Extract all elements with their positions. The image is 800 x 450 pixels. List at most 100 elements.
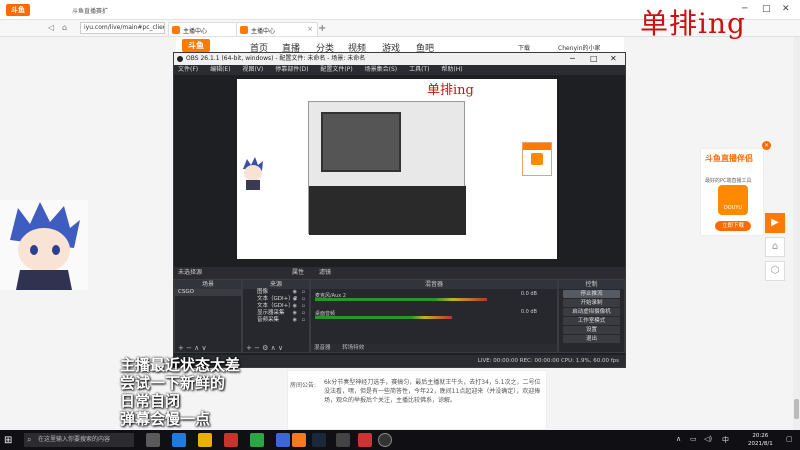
sources-header: 来源 <box>243 280 309 289</box>
home-icon[interactable]: ⌂ <box>62 23 67 32</box>
obs-menubar: 文件(F) 编辑(E) 视图(V) 停靠部件(D) 配置文件(P) 场景集合(S… <box>174 65 625 75</box>
filters-button[interactable]: 滤镜 <box>319 267 331 279</box>
controls-dock: 控制 停止推流 开始录制 启动虚拟摄像机 工作室模式 设置 退出 <box>558 279 625 353</box>
url-input[interactable]: iyu.com/live/main#pc_client <box>80 22 165 34</box>
page-scrollbar[interactable] <box>793 37 800 430</box>
file-explorer-icon[interactable] <box>198 433 212 447</box>
overlay-line: 日常自闭 <box>120 392 181 410</box>
maximize-button[interactable]: □ <box>762 4 771 14</box>
start-menu-icon[interactable]: ⊞ <box>4 435 12 446</box>
properties-button[interactable]: 属性 <box>292 267 304 279</box>
sources-footer-controls[interactable]: + − ⚙ ∧ ∨ <box>243 344 309 352</box>
promo-close-icon[interactable]: × <box>762 141 771 150</box>
new-tab-button[interactable]: + <box>318 23 326 34</box>
source-item[interactable]: 文本（GDI+）2 ◉ ▫ <box>243 296 309 303</box>
wechat-icon[interactable] <box>250 433 264 447</box>
download-link[interactable]: 下载 <box>518 43 530 52</box>
steam-icon[interactable] <box>312 433 326 447</box>
overlay-line: 尝试一下新鲜的 <box>120 374 226 392</box>
brand-overlay-text: 单排ing <box>640 7 746 40</box>
windows-taskbar: ⊞ ⌕ 在这里输入你要搜索的内容 ∧ ▭ ◁) 中 20:26 2021/8/1… <box>0 430 800 450</box>
overlay-line: 主播最近状态太差 <box>120 356 241 374</box>
tab-anchor-center-2[interactable]: 主播中心 × <box>236 22 318 36</box>
tab-label: 主播中心 <box>183 28 208 35</box>
play-icon[interactable]: ▶ <box>765 213 785 233</box>
start-recording-button[interactable]: 开始录制 <box>563 299 620 307</box>
channel-db: 0.0 dB <box>520 309 537 315</box>
tab-label: 主播中心 <box>251 28 276 35</box>
source-toolbar: 未选择源 属性 滤镜 <box>174 267 625 279</box>
red-app-icon[interactable] <box>224 433 238 447</box>
edge-browser-icon[interactable] <box>172 433 186 447</box>
obs-docks: 场景 CSGO + − ∧ ∨ 来源 图像 ◉ ▫ 文本（GDI+）2 ◉ ▫ 文本（G… <box>174 279 625 353</box>
douyu-companion-icon[interactable] <box>292 433 306 447</box>
tab-mixer[interactable]: 混音器 <box>314 345 331 351</box>
volume-icon[interactable]: ◁) <box>704 435 712 443</box>
task-view-icon[interactable] <box>146 433 160 447</box>
preview-brand-text: 单排ing <box>427 83 474 98</box>
visibility-eye-icon: ◉ <box>292 317 297 323</box>
level-meter <box>315 298 488 301</box>
obs-maximize-button[interactable]: □ <box>590 53 598 65</box>
ime-icon[interactable]: 中 <box>722 435 729 445</box>
mixer-channel: 麦克风/Aux 2 0.0 dB <box>311 289 557 307</box>
obs-preview-canvas[interactable]: 单排ing <box>237 79 557 259</box>
source-item[interactable]: 显示器采集 ◉ ▫ <box>243 310 309 317</box>
exit-button[interactable]: 退出 <box>563 335 620 343</box>
menu-file[interactable]: 文件(F) <box>178 66 198 73</box>
preview-anime-avatar <box>243 157 263 190</box>
source-item[interactable]: 音频采集 ◉ ▫ <box>243 317 309 324</box>
lock-icon: ▫ <box>301 310 305 316</box>
obs-status-bar: LIVE: 00:00:00 REC: 00:00:00 CPU: 1.9%, … <box>174 355 625 367</box>
scene-item-csgo[interactable]: CSGO <box>175 289 241 296</box>
stop-streaming-button[interactable]: 停止推流 <box>563 290 620 298</box>
no-source-selected-label: 未选择源 <box>178 269 203 276</box>
menu-scene-collection[interactable]: 场景集合(S) <box>365 66 398 73</box>
notification-icon[interactable]: ▢ <box>786 435 793 443</box>
tray-chevron-icon[interactable]: ∧ <box>676 435 681 443</box>
menu-tools[interactable]: 工具(T) <box>409 66 429 73</box>
search-icon: ⌕ <box>27 435 32 444</box>
menu-help[interactable]: 帮助(H) <box>441 66 462 73</box>
taskbar-clock[interactable]: 20:26 2021/8/1 <box>748 432 773 448</box>
download-now-button[interactable]: 立即下载 <box>715 221 751 231</box>
menu-view[interactable]: 视图(V) <box>242 66 263 73</box>
network-icon[interactable]: ▭ <box>690 435 697 443</box>
media-app-icon[interactable] <box>336 433 350 447</box>
studio-mode-button[interactable]: 工作室模式 <box>563 317 620 325</box>
obs-minimize-button[interactable]: ─ <box>570 53 575 65</box>
anime-avatar-overlay <box>0 200 88 290</box>
source-item[interactable]: 图像 ◉ ▫ <box>243 289 309 296</box>
menu-docks[interactable]: 停靠部件(D) <box>275 66 308 73</box>
share-icon[interactable]: ⬡ <box>765 261 785 281</box>
back-icon[interactable]: ◁ <box>48 23 54 32</box>
source-item[interactable]: 文本（GDI+） ◉ ▫ <box>243 303 309 310</box>
close-button[interactable]: ✕ <box>782 4 790 14</box>
scrollbar-thumb[interactable] <box>794 399 799 419</box>
mixer-channel: 桌面音频 0.0 dB <box>311 307 557 325</box>
menu-edit[interactable]: 编辑(E) <box>210 66 230 73</box>
scenes-footer-controls[interactable]: + − ∧ ∨ <box>175 344 241 352</box>
lock-icon: ▫ <box>301 296 305 302</box>
douyu-logo[interactable]: 斗鱼 <box>182 39 210 52</box>
obs-taskbar-icon[interactable] <box>378 433 392 447</box>
user-name-link[interactable]: Chenyin的小家 <box>558 43 601 52</box>
blue-app-icon[interactable] <box>276 433 290 447</box>
mixer-tabs: 混音器 转场特效 <box>311 344 557 352</box>
app-title: 斗鱼直播赛扩 <box>72 8 109 15</box>
obs-title-text: OBS 26.1.1 (64-bit, windows) - 配置文件: 未命名… <box>186 55 366 62</box>
start-virtual-camera-button[interactable]: 启动虚拟摄像机 <box>563 308 620 316</box>
promo-title: 斗鱼直播伴侣 <box>705 154 753 163</box>
taskbar-search-input[interactable]: ⌕ 在这里输入你要搜索的内容 <box>24 433 134 447</box>
clock-time: 20:26 <box>752 433 769 439</box>
nested-obs-panel <box>309 186 466 235</box>
tab-transitions[interactable]: 转场特效 <box>342 345 364 351</box>
tab-close-icon[interactable]: × <box>307 25 313 33</box>
menu-profile[interactable]: 配置文件(P) <box>320 66 352 73</box>
promo-logo-text: DOUYU <box>723 205 743 211</box>
douyu-app-icon <box>531 153 543 165</box>
settings-button[interactable]: 设置 <box>563 326 620 334</box>
obs-close-button[interactable]: ✕ <box>610 53 617 65</box>
home-icon[interactable]: ⌂ <box>765 237 785 257</box>
red-app-2-icon[interactable] <box>358 433 372 447</box>
